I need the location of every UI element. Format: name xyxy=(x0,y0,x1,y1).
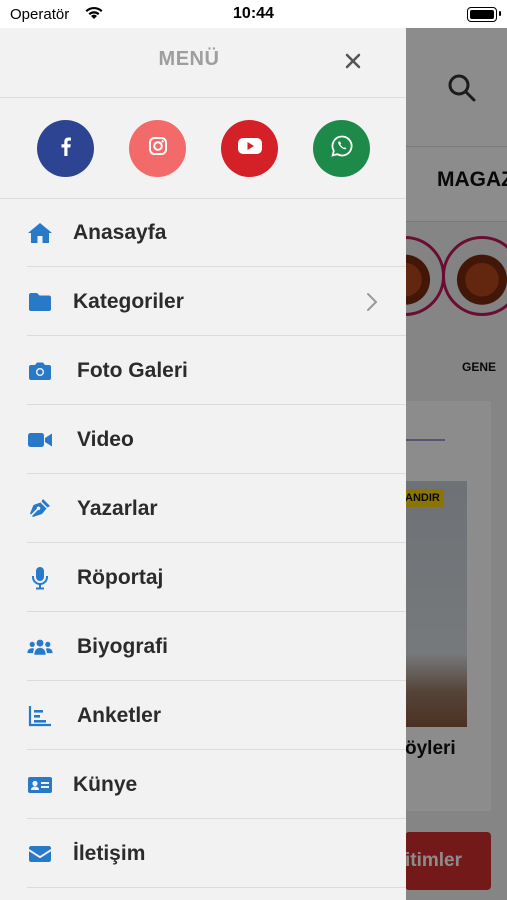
menu-item-label: Kategoriler xyxy=(73,290,184,313)
pen-icon xyxy=(27,497,53,521)
microphone-icon xyxy=(27,566,53,590)
battery-icon xyxy=(467,7,497,22)
youtube-icon xyxy=(237,136,263,161)
menu-item-anasayfa[interactable]: Anasayfa xyxy=(0,199,406,267)
camera-icon xyxy=(27,359,53,383)
folder-icon xyxy=(27,290,53,314)
menu-item-kunye[interactable]: Künye xyxy=(0,751,406,819)
whatsapp-icon xyxy=(330,134,354,163)
menu-item-iletisim[interactable]: İletişim xyxy=(0,820,406,888)
status-bar: Operatör 10:44 xyxy=(0,0,507,28)
side-menu: MENÜ Anasayfa Kategoriler Foto Galeri Vi… xyxy=(0,28,406,900)
video-icon xyxy=(27,428,53,452)
menu-title: MENÜ xyxy=(158,48,220,70)
divider xyxy=(0,97,406,98)
menu-item-foto-galeri[interactable]: Foto Galeri xyxy=(0,337,406,405)
menu-item-video[interactable]: Video xyxy=(0,406,406,474)
menu-item-label: Foto Galeri xyxy=(77,359,188,382)
youtube-button[interactable] xyxy=(221,120,278,177)
menu-item-label: Yazarlar xyxy=(77,497,158,520)
menu-item-label: Anasayfa xyxy=(73,221,167,244)
menu-item-roportaj[interactable]: Röportaj xyxy=(0,544,406,612)
menu-item-yazarlar[interactable]: Yazarlar xyxy=(0,475,406,543)
clock: 10:44 xyxy=(233,5,274,22)
whatsapp-button[interactable] xyxy=(313,120,370,177)
menu-item-label: Röportaj xyxy=(77,566,164,589)
menu-item-anketler[interactable]: Anketler xyxy=(0,682,406,750)
users-icon xyxy=(27,635,53,659)
chart-icon xyxy=(27,704,53,728)
home-icon xyxy=(27,221,53,245)
envelope-icon xyxy=(27,842,53,866)
close-icon[interactable] xyxy=(340,48,366,74)
menu-item-label: Anketler xyxy=(77,704,162,727)
id-card-icon xyxy=(27,773,53,797)
facebook-button[interactable] xyxy=(37,120,94,177)
menu-item-label: Künye xyxy=(73,773,138,796)
menu-item-label: Biyografi xyxy=(77,635,169,658)
menu-item-label: İletişim xyxy=(73,842,146,865)
menu-item-biyografi[interactable]: Biyografi xyxy=(0,613,406,681)
instagram-button[interactable] xyxy=(129,120,186,177)
chevron-right-icon xyxy=(366,292,378,317)
menu-item-label: Video xyxy=(77,428,134,451)
menu-item-kategoriler[interactable]: Kategoriler xyxy=(0,268,406,336)
instagram-icon xyxy=(147,135,169,162)
facebook-icon xyxy=(55,135,77,162)
